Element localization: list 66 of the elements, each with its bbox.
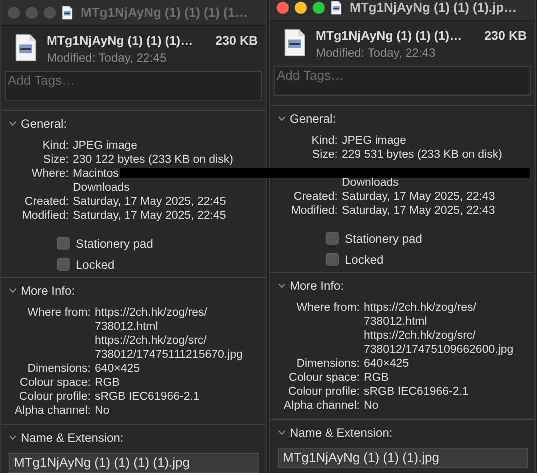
info-label: Colour space: bbox=[19, 376, 91, 390]
info-value: Saturday, 17 May 2025, 22:45 bbox=[73, 195, 226, 209]
info-value: https://2ch.hk/zog/src/ bbox=[364, 329, 476, 343]
modified-date: Modified: Today, 22:45 bbox=[47, 51, 168, 65]
file-size: 230 KB bbox=[484, 29, 527, 43]
info-label: Alpha channel: bbox=[282, 399, 360, 413]
info-value: Downloads bbox=[73, 181, 130, 195]
info-value: JPEG image bbox=[73, 139, 138, 153]
info-label: Colour profile: bbox=[287, 385, 360, 399]
checkbox-label: Locked bbox=[345, 252, 384, 266]
info-label: Modified: bbox=[21, 209, 69, 223]
info-value: 738012.html bbox=[364, 315, 428, 329]
info-label: Size: bbox=[42, 153, 69, 167]
info-label: Kind: bbox=[42, 139, 69, 153]
info-value: 738012/17475109662600.jpg bbox=[364, 343, 514, 357]
section-title[interactable]: Name & Extension: bbox=[290, 426, 393, 440]
checkbox-label: Locked bbox=[76, 258, 115, 272]
file-size: 230 KB bbox=[216, 34, 258, 48]
info-label: Modified: bbox=[290, 204, 338, 218]
info-value: 640×425 bbox=[364, 357, 410, 371]
section-title[interactable]: More Info: bbox=[21, 284, 76, 298]
info-value: No bbox=[364, 399, 379, 413]
name-field[interactable]: MTg1NjAyNg (1) (1) (1) (1).jpg bbox=[9, 453, 259, 473]
info-label: Created: bbox=[24, 195, 69, 209]
name-field[interactable]: MTg1NjAyNg (1) (1) (1).jpg bbox=[278, 448, 528, 468]
info-label: Where from: bbox=[26, 306, 91, 321]
info-value: 640×425 bbox=[95, 362, 140, 376]
info-label: Kind: bbox=[310, 134, 338, 148]
info-value: 229 531 bytes (233 KB on disk) bbox=[342, 148, 502, 162]
section-title[interactable]: Name & Extension: bbox=[21, 431, 124, 445]
info-value: https://2ch.hk/zog/res/ bbox=[364, 301, 477, 315]
info-value: Downloads bbox=[342, 176, 399, 190]
info-value: JPEG image bbox=[342, 134, 407, 148]
section-title[interactable]: General: bbox=[290, 112, 336, 126]
info-label: Colour profile: bbox=[18, 390, 91, 404]
info-value: 738012.html bbox=[95, 320, 158, 334]
info-value: 738012/17475111215670.jpg bbox=[95, 348, 243, 362]
info-value: sRGB IEC61966-2.1 bbox=[95, 390, 200, 404]
checkbox-label: Stationery pad bbox=[345, 232, 422, 246]
info-label: Where from: bbox=[296, 301, 360, 316]
info-value: RGB bbox=[95, 376, 120, 390]
info-value: No bbox=[95, 404, 110, 418]
info-label: Where: bbox=[30, 167, 69, 182]
window-title: MTg1NjAyNg (1) (1) (1) (1… bbox=[81, 5, 248, 20]
modified-date: Modified: Today, 22:43 bbox=[316, 46, 437, 60]
window-title: MTg1NjAyNg (1) (1) (1).jp… bbox=[350, 0, 518, 15]
info-value: Saturday, 17 May 2025, 22:43 bbox=[342, 190, 496, 204]
info-label: Size: bbox=[311, 148, 338, 162]
info-value: 230 122 bytes (233 KB on disk) bbox=[73, 153, 234, 167]
info-label: Dimensions: bbox=[26, 362, 91, 376]
file-name: MTg1NjAyNg (1) (1) (1)… bbox=[316, 29, 462, 43]
info-value: Macintos bbox=[73, 167, 120, 181]
file-name: MTg1NjAyNg (1) (1) (1)… bbox=[47, 34, 194, 48]
info-label: Created: bbox=[292, 190, 338, 204]
info-value: Saturday, 17 May 2025, 22:45 bbox=[73, 209, 226, 223]
info-label: Dimensions: bbox=[296, 357, 360, 371]
info-value: RGB bbox=[364, 371, 389, 385]
section-title[interactable]: More Info: bbox=[290, 279, 344, 293]
info-value: sRGB IEC61966-2.1 bbox=[364, 385, 469, 399]
section-title[interactable]: General: bbox=[21, 117, 68, 131]
checkbox-label: Stationery pad bbox=[76, 236, 154, 250]
info-label: Colour space: bbox=[288, 371, 360, 385]
info-value: Saturday, 17 May 2025, 22:43 bbox=[342, 204, 496, 218]
info-value: https://2ch.hk/zog/src/ bbox=[95, 334, 207, 348]
info-value: https://2ch.hk/zog/res/ bbox=[95, 306, 208, 320]
info-label: Alpha channel: bbox=[14, 404, 91, 418]
